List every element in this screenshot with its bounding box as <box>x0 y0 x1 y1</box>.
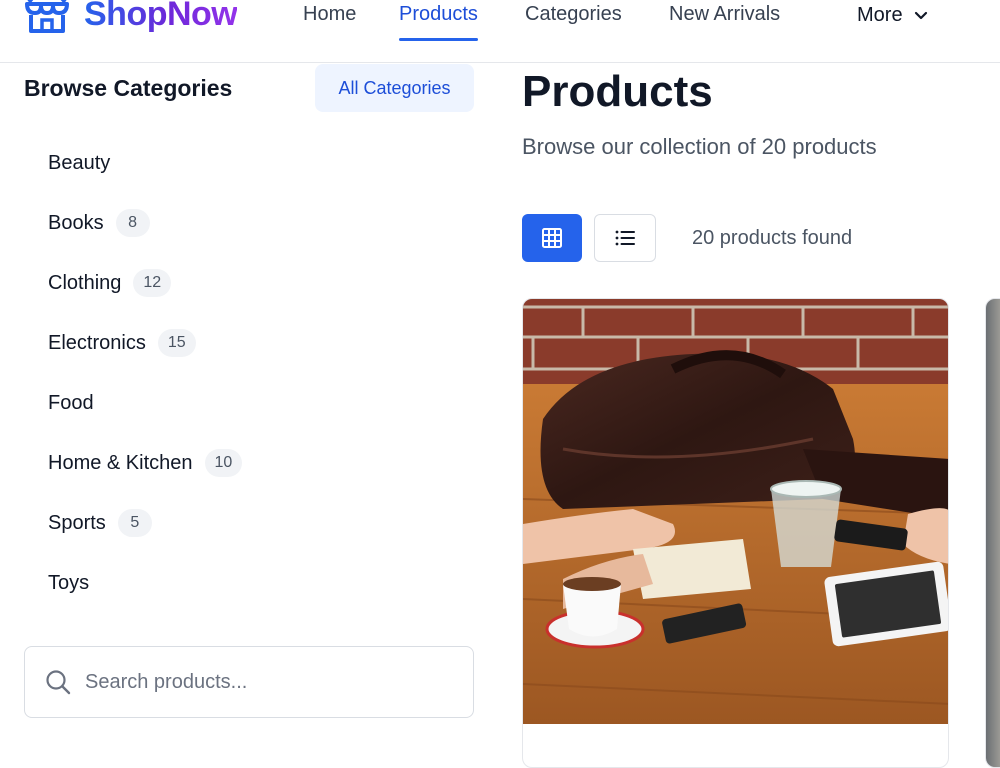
category-count-badge: 12 <box>133 269 172 297</box>
category-count-badge: 8 <box>115 209 150 237</box>
brand-logo[interactable]: ShopNow <box>24 0 238 34</box>
category-item-sports[interactable]: Sports 5 <box>48 493 152 553</box>
category-count-badge: 15 <box>157 329 196 357</box>
category-label: Electronics <box>48 331 146 354</box>
nav-more-label: More <box>857 4 903 26</box>
category-label: Books <box>48 211 104 234</box>
grid-view-button[interactable] <box>522 214 582 262</box>
category-item-food[interactable]: Food <box>48 373 94 433</box>
grid-view-icon <box>542 228 562 248</box>
category-count-badge: 5 <box>117 509 152 537</box>
page-subtitle: Browse our collection of 20 products <box>522 134 877 159</box>
category-item-clothing[interactable]: Clothing 12 <box>48 253 172 313</box>
product-card[interactable] <box>985 298 1000 768</box>
nav-categories[interactable]: Categories <box>525 0 622 30</box>
nav-more-menu[interactable]: More <box>857 0 929 30</box>
product-image <box>523 299 948 724</box>
category-count-badge: 10 <box>204 449 243 477</box>
storefront-icon <box>25 0 69 33</box>
active-nav-indicator <box>399 38 478 41</box>
category-item-books[interactable]: Books 8 <box>48 193 150 253</box>
category-item-home-kitchen[interactable]: Home & Kitchen 10 <box>48 433 243 493</box>
list-view-button[interactable] <box>594 214 656 262</box>
sidebar-title: Browse Categories <box>24 75 233 101</box>
product-card[interactable] <box>522 298 949 768</box>
all-categories-button[interactable]: All Categories <box>315 64 474 112</box>
nav-products[interactable]: Products <box>399 0 478 41</box>
search-box <box>24 646 474 718</box>
category-label: Clothing <box>48 271 122 294</box>
page-title: Products <box>522 67 713 116</box>
search-icon <box>46 670 71 695</box>
list-view-icon <box>615 230 635 246</box>
nav-products-label: Products <box>399 3 478 25</box>
results-count: 20 products found <box>692 227 853 249</box>
top-navigation: ShopNow Home Products Categories New Arr… <box>0 0 1000 63</box>
category-item-electronics[interactable]: Electronics 15 <box>48 313 196 373</box>
category-label: Food <box>48 391 94 414</box>
search-input[interactable] <box>85 670 445 694</box>
nav-home[interactable]: Home <box>303 0 356 30</box>
category-item-toys[interactable]: Toys <box>48 553 89 613</box>
category-label: Home & Kitchen <box>48 451 193 474</box>
chevron-down-icon <box>914 11 927 20</box>
category-item-beauty[interactable]: Beauty <box>48 133 110 193</box>
category-label: Beauty <box>48 151 111 174</box>
category-label: Toys <box>48 571 90 594</box>
nav-new-arrivals[interactable]: New Arrivals <box>669 0 780 30</box>
category-label: Sports <box>48 511 106 534</box>
brand-name: ShopNow <box>84 0 238 34</box>
